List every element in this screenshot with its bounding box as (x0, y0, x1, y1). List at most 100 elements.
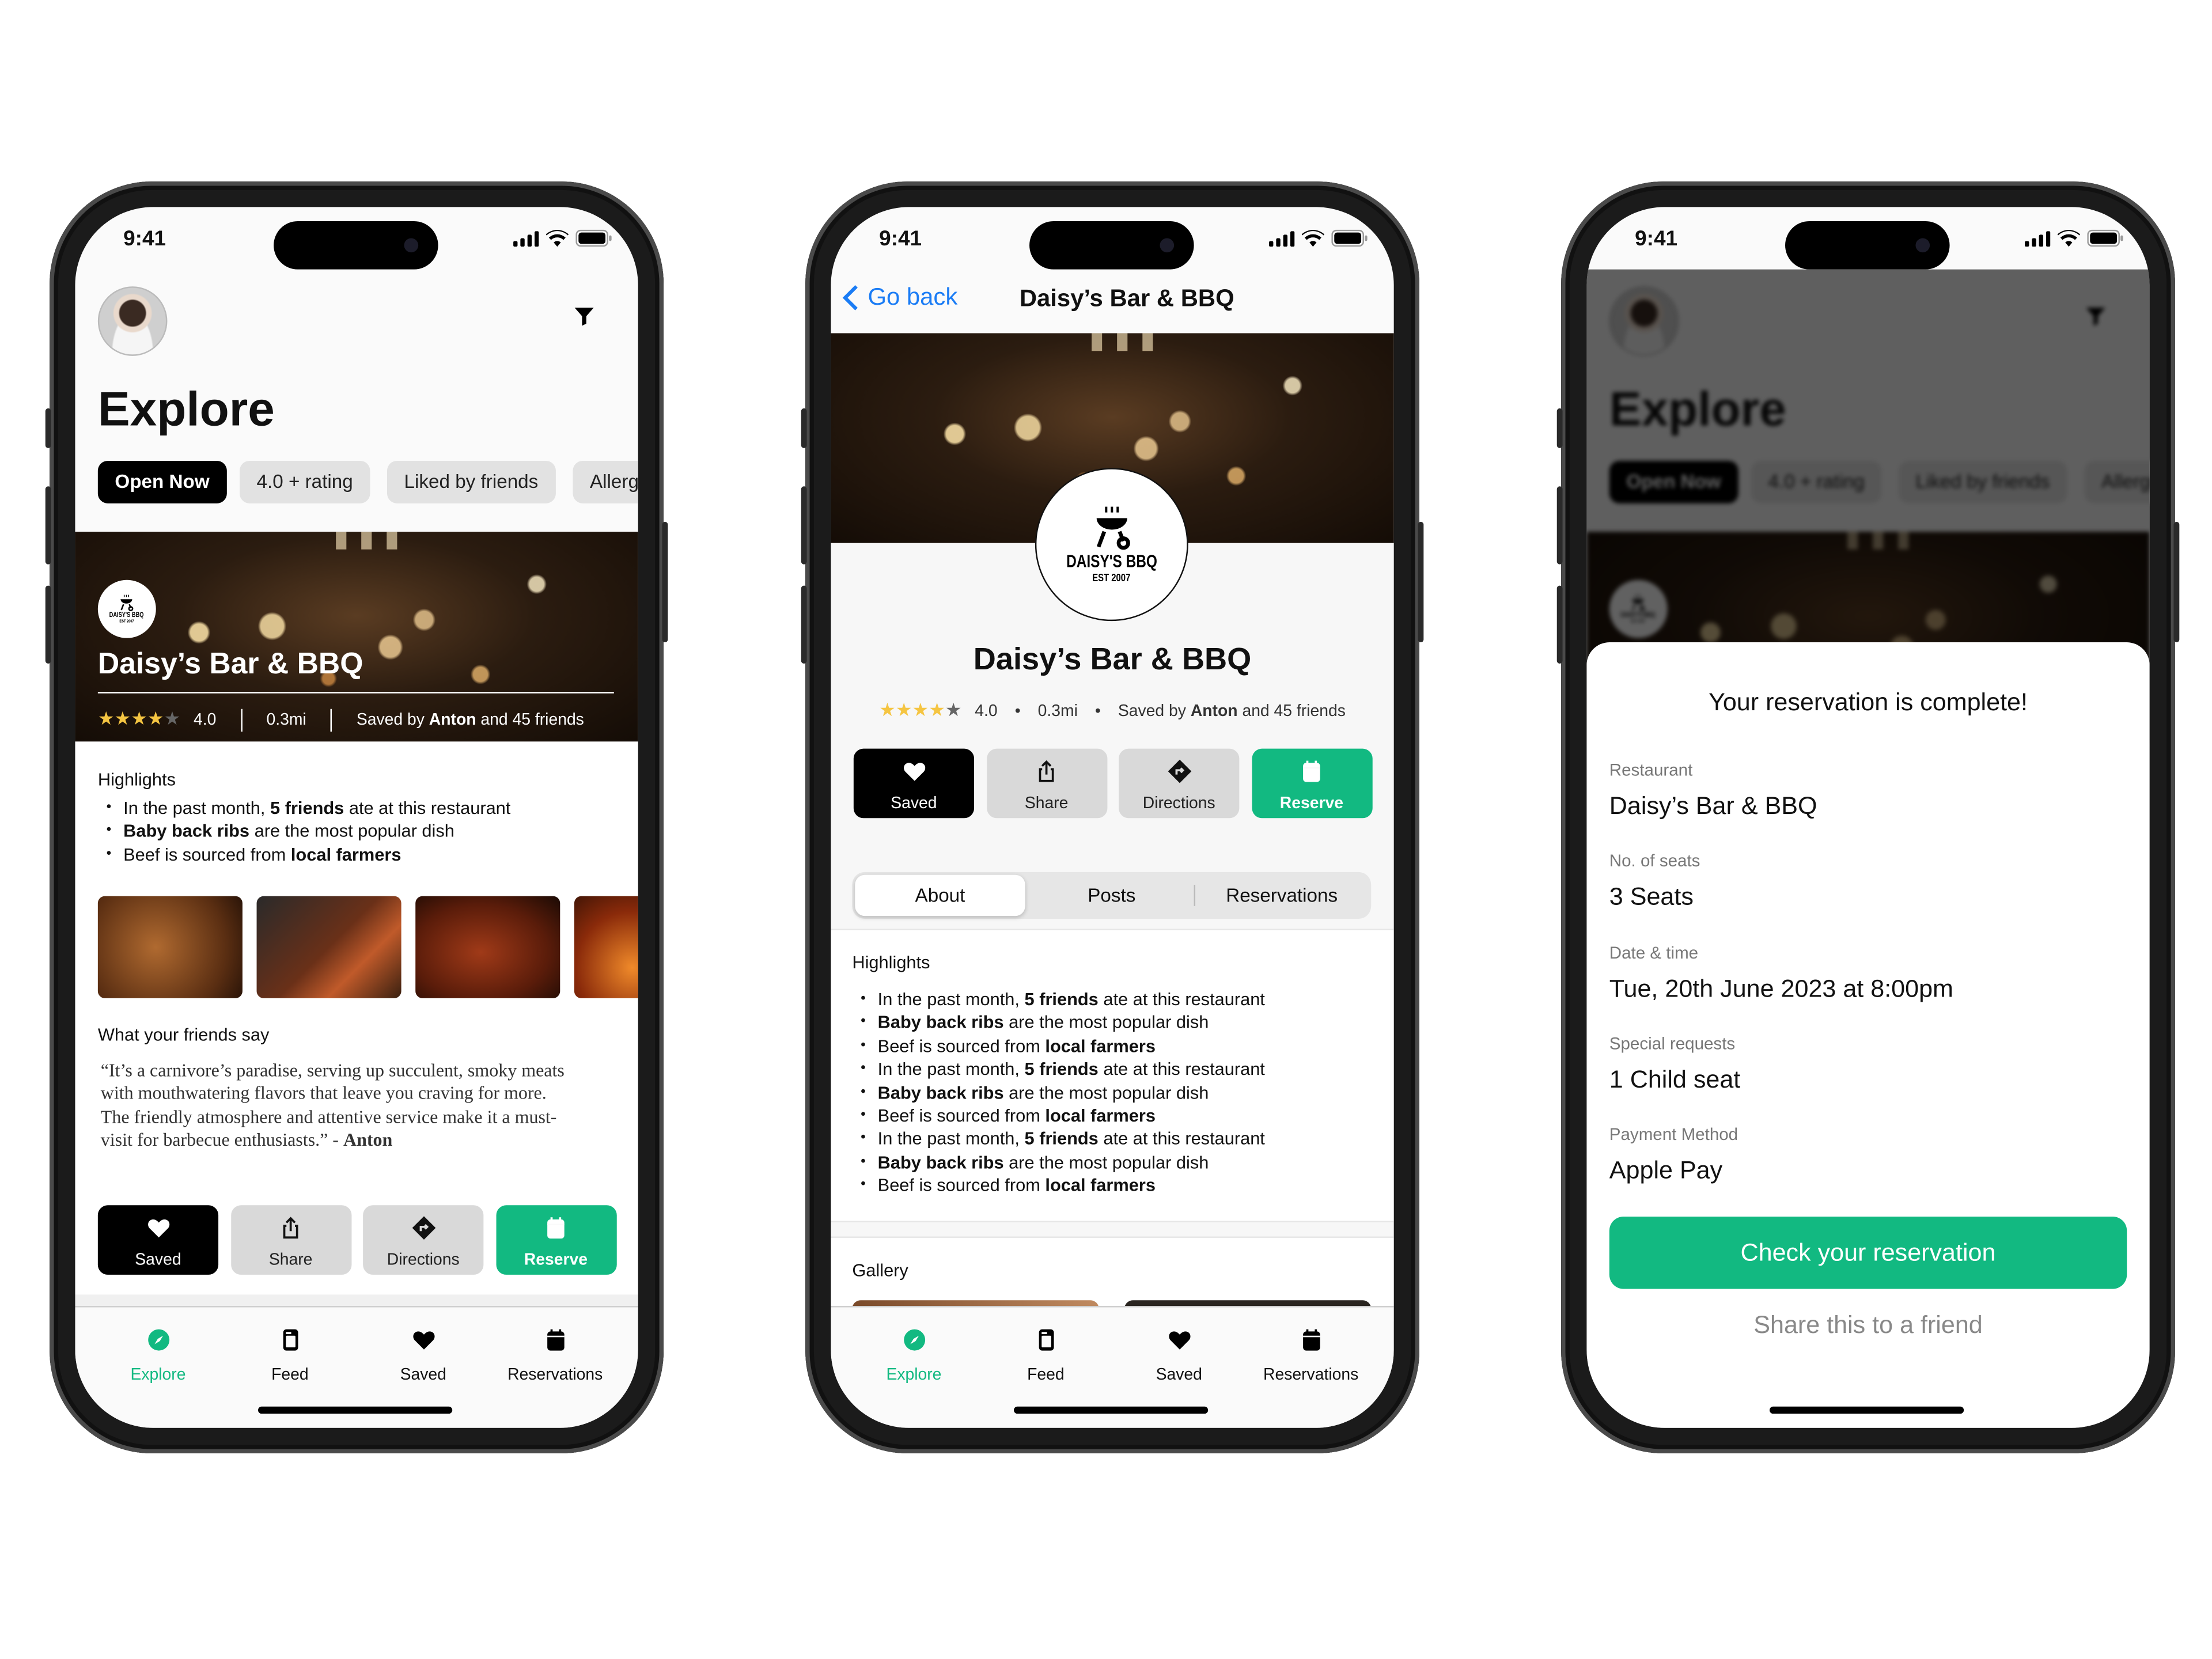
field-value: 3 Seats (1609, 882, 1694, 911)
highlight-item: In the past month, 5 friends ate at this… (852, 988, 1265, 1012)
heart-icon (1109, 1327, 1249, 1353)
chevron-left-icon (842, 285, 858, 310)
feed-icon (220, 1327, 361, 1353)
highlight-item: Beef is sourced from local farmers (98, 843, 511, 867)
share-button[interactable]: Share (986, 748, 1107, 819)
filter-icon[interactable] (571, 304, 597, 336)
segment-reservations[interactable]: Reservations (1197, 875, 1367, 916)
divider (331, 709, 332, 732)
star-rating: ★★★★★ (879, 699, 961, 721)
sign-decoration: ▮▮▮ (334, 532, 411, 552)
food-photo[interactable] (415, 896, 560, 998)
power-button (1418, 521, 1424, 643)
directions-icon (1166, 759, 1192, 796)
divider (240, 709, 243, 732)
share-friend-link[interactable]: Share this to a friend (1586, 1310, 2149, 1340)
friend-review: “It’s a carnivore’s paradise, serving up… (100, 1059, 565, 1150)
compass-icon (88, 1327, 229, 1353)
home-indicator (1769, 1406, 1964, 1414)
segment-about[interactable]: About (855, 874, 1025, 916)
star-icon: ★ (929, 699, 945, 721)
status-time: 9:41 (1635, 226, 1678, 251)
tab-explore[interactable]: Explore (88, 1321, 229, 1384)
food-photo[interactable] (97, 896, 243, 998)
restaurant-name: Daisy’s Bar & BBQ (97, 647, 363, 681)
filter-chip[interactable]: Open Now (97, 460, 227, 503)
directions-button[interactable]: Directions (1119, 748, 1240, 819)
field-value: Apple Pay (1609, 1156, 1723, 1184)
restaurant-card-body: Highlights In the past month, 5 friends a… (75, 741, 638, 1306)
check-reservation-button[interactable]: Check your reservation (1609, 1216, 2127, 1289)
dot-separator: • (1014, 703, 1021, 721)
heart-icon (353, 1327, 494, 1353)
cellular-signal-icon (1269, 230, 1295, 247)
filter-chip[interactable]: 4.0 + rating (239, 460, 370, 503)
field-value: Daisy’s Bar & BBQ (1609, 791, 1817, 820)
avatar[interactable] (97, 286, 168, 356)
distance: 0.3mi (266, 711, 306, 729)
tab-feed[interactable]: Feed (976, 1321, 1116, 1384)
tab-reservations[interactable]: Reservations (485, 1321, 626, 1384)
calendar-icon (543, 1215, 569, 1252)
tab-explore[interactable]: Explore (844, 1321, 984, 1384)
friends-say-title: What your friends say (97, 1025, 270, 1046)
filter-chip[interactable]: Liked by friends (387, 460, 555, 503)
dot-separator: • (1094, 703, 1101, 721)
feed-icon (976, 1327, 1116, 1353)
field-value: Tue, 20th June 2023 at 8:00pm (1609, 974, 1953, 1003)
share-button[interactable]: Share (230, 1205, 351, 1275)
mute-switch (801, 408, 807, 448)
phone-explore: 9:41 Explore Open Now 4.0 + rating Liked b… (45, 181, 668, 1454)
wifi-icon (546, 230, 569, 247)
restaurant-name: Daisy’s Bar & BBQ (973, 641, 1252, 677)
restaurant-logo: DAISY'S BBQ EST 2007 (1035, 468, 1188, 622)
restaurant-card-hero[interactable]: ▮▮▮ DAISY'S BBQ EST 2007 Daisy’s Bar & B… (75, 532, 638, 742)
volume-up-button (45, 486, 51, 565)
volume-up-button (1556, 486, 1563, 565)
highlight-item: Beef is sourced from local farmers (852, 1175, 1265, 1198)
share-icon (1033, 759, 1059, 796)
tab-saved[interactable]: Saved (353, 1321, 494, 1384)
restaurant-logo: DAISY'S BBQ EST 2007 (97, 579, 156, 638)
mute-switch (45, 408, 51, 448)
field-label: Restaurant (1609, 760, 1693, 780)
home-indicator (257, 1406, 453, 1414)
tab-feed[interactable]: Feed (220, 1321, 361, 1384)
rating-row: ★★★★★ 4.0 • 0.3mi • Saved by Anton and 4… (831, 699, 1393, 722)
logo-text: DAISY'S BBQ (109, 611, 145, 619)
battery-icon (2087, 229, 2123, 247)
back-button[interactable]: Go back (842, 283, 957, 312)
directions-button[interactable]: Directions (363, 1205, 484, 1275)
star-icon: ★ (97, 707, 115, 729)
filter-chip[interactable]: Allergies (573, 460, 638, 503)
saved-button[interactable]: Saved (853, 748, 975, 819)
segment-posts[interactable]: Posts (1027, 875, 1196, 916)
rating-row: ★★★★★ 4.0 0.3mi Saved by Anton and 45 fr… (98, 707, 584, 732)
tab-reservations[interactable]: Reservations (1241, 1321, 1381, 1384)
reserve-button[interactable]: Reserve (1251, 748, 1372, 819)
calendar-icon (1241, 1327, 1381, 1353)
star-icon: ★ (164, 707, 181, 729)
tab-saved[interactable]: Saved (1109, 1321, 1249, 1384)
heart-icon (901, 759, 926, 796)
battery-icon (575, 229, 612, 247)
wifi-icon (2057, 230, 2081, 247)
mute-switch (1556, 408, 1563, 448)
highlight-item: Baby back ribs are the most popular dish (852, 1081, 1265, 1105)
rating-value: 4.0 (975, 703, 998, 721)
food-photo[interactable] (256, 896, 402, 998)
status-time: 9:41 (879, 226, 922, 251)
food-photo[interactable] (574, 896, 638, 998)
highlight-item: Baby back ribs are the most popular dish (98, 820, 511, 844)
screen: 9:41 Explore Open Now 4.0 + rating Liked b… (75, 207, 638, 1428)
saved-by: Saved by Anton and 45 friends (1118, 703, 1346, 721)
page-title: Explore (97, 382, 275, 437)
saved-button[interactable]: Saved (97, 1205, 219, 1275)
reserve-button[interactable]: Reserve (495, 1205, 616, 1275)
highlight-item: Baby back ribs are the most popular dish (852, 1151, 1265, 1175)
sheet-title: Your reservation is complete! (1709, 687, 2028, 717)
star-icon: ★ (945, 699, 962, 721)
card-separator (75, 1294, 638, 1306)
logo-est: EST 2007 (119, 618, 134, 624)
sign-decoration: ▮▮▮ (1089, 333, 1166, 353)
